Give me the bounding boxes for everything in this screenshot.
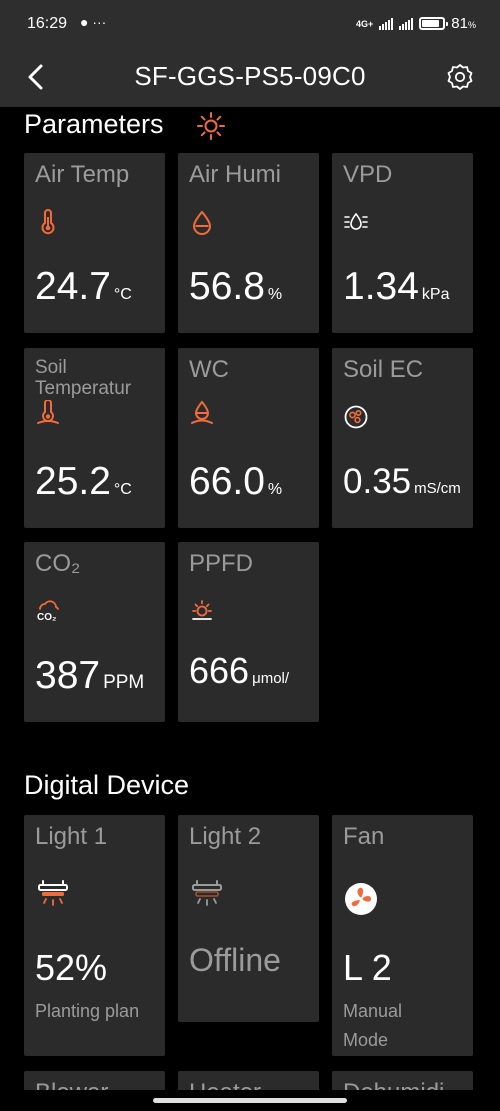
param-value: 387 PPM <box>35 654 145 697</box>
param-value: 56.8% <box>189 265 283 308</box>
droplet-icon <box>192 210 212 235</box>
vpd-icon <box>344 212 368 230</box>
param-card-soil-ec[interactable]: Soil EC 0.35 mS/cm <box>332 348 473 528</box>
param-card-soil-temp[interactable]: Soil Temperatur 25.2 °C <box>24 348 165 528</box>
fan-icon <box>345 883 377 915</box>
device-card-light-1[interactable]: Light 1 52% Planting plan <box>24 815 165 1056</box>
device-value: 52% <box>35 947 108 988</box>
status-right-group: 4G+ 81% <box>356 15 476 32</box>
battery-level <box>422 20 440 27</box>
page-title: SF-GGS-PS5-09C0 <box>134 61 366 91</box>
settings-button[interactable] <box>446 63 474 91</box>
param-label: Soil EC <box>343 356 424 383</box>
grow-light-icon <box>192 880 222 906</box>
status-bar: 16:29 ● ··· 4G+ 81% <box>0 0 500 50</box>
gear-icon <box>447 64 473 90</box>
status-time: 16:29 <box>27 15 68 32</box>
param-card-air-temp[interactable]: Air Temp 24.7 °C <box>24 153 165 333</box>
param-value: 24.7 °C <box>35 265 132 308</box>
notification-icons: ● ··· <box>80 14 107 30</box>
battery-percent: 81% <box>451 15 476 32</box>
device-value: L 2 <box>343 947 392 988</box>
app-bar: SF-GGS-PS5-09C0 <box>0 50 500 107</box>
battery-icon <box>419 17 449 30</box>
network-type-label: 4G+ <box>356 18 374 29</box>
digital-device-title: Digital Device <box>24 770 190 800</box>
param-label: VPD <box>343 161 393 188</box>
param-value: 1.34 kPa <box>343 265 450 308</box>
param-card-air-humi[interactable]: Air Humi 56.8% <box>178 153 319 333</box>
device-label: Fan <box>343 823 385 850</box>
device-card-light-2[interactable]: Light 2 Offline <box>178 815 319 1022</box>
device-label: Light 1 <box>35 823 108 850</box>
param-value: 66.0% <box>189 460 283 503</box>
soil-water-icon <box>191 400 213 424</box>
param-card-vpd[interactable]: VPD 1.34 kPa <box>332 153 473 333</box>
param-card-ppfd[interactable]: PPFD 666 μmol/ <box>178 542 319 722</box>
co2-cloud-icon: CO₂ <box>37 600 59 623</box>
sunrise-icon <box>192 600 212 620</box>
svg-text:CO₂: CO₂ <box>37 612 56 623</box>
param-label: Air Humi <box>189 161 282 188</box>
soil-thermometer-icon <box>37 400 59 424</box>
device-label: Light 2 <box>189 823 262 850</box>
soil-ec-icon <box>344 405 368 429</box>
parameters-title: Parameters <box>24 109 164 139</box>
thermometer-icon <box>41 209 55 235</box>
param-value: 666 μmol/ <box>189 650 290 691</box>
param-value: 0.35 mS/cm <box>343 462 461 501</box>
sun-icon <box>197 112 225 140</box>
device-status-offline: Offline <box>189 942 281 978</box>
home-indicator[interactable] <box>153 1098 347 1103</box>
param-label: CO₂ <box>35 550 81 577</box>
cell-signal-icon <box>379 17 394 30</box>
param-label: PPFD <box>189 550 254 577</box>
grow-light-icon <box>38 880 68 906</box>
cell-signal-2-icon <box>399 17 414 30</box>
param-label: Soil Temperatur <box>35 357 132 399</box>
param-value: 25.2 °C <box>35 460 132 503</box>
device-mode: Manual Mode <box>343 1001 403 1050</box>
param-card-wc[interactable]: WC 66.0% <box>178 348 319 528</box>
param-label: Air Temp <box>35 161 130 188</box>
device-card-fan[interactable]: Fan L 2 Manual Mode <box>332 815 473 1056</box>
param-label: WC <box>189 356 229 383</box>
param-card-co2[interactable]: CO₂ CO₂ 387 PPM <box>24 542 165 722</box>
device-mode: Planting plan <box>35 1001 140 1021</box>
